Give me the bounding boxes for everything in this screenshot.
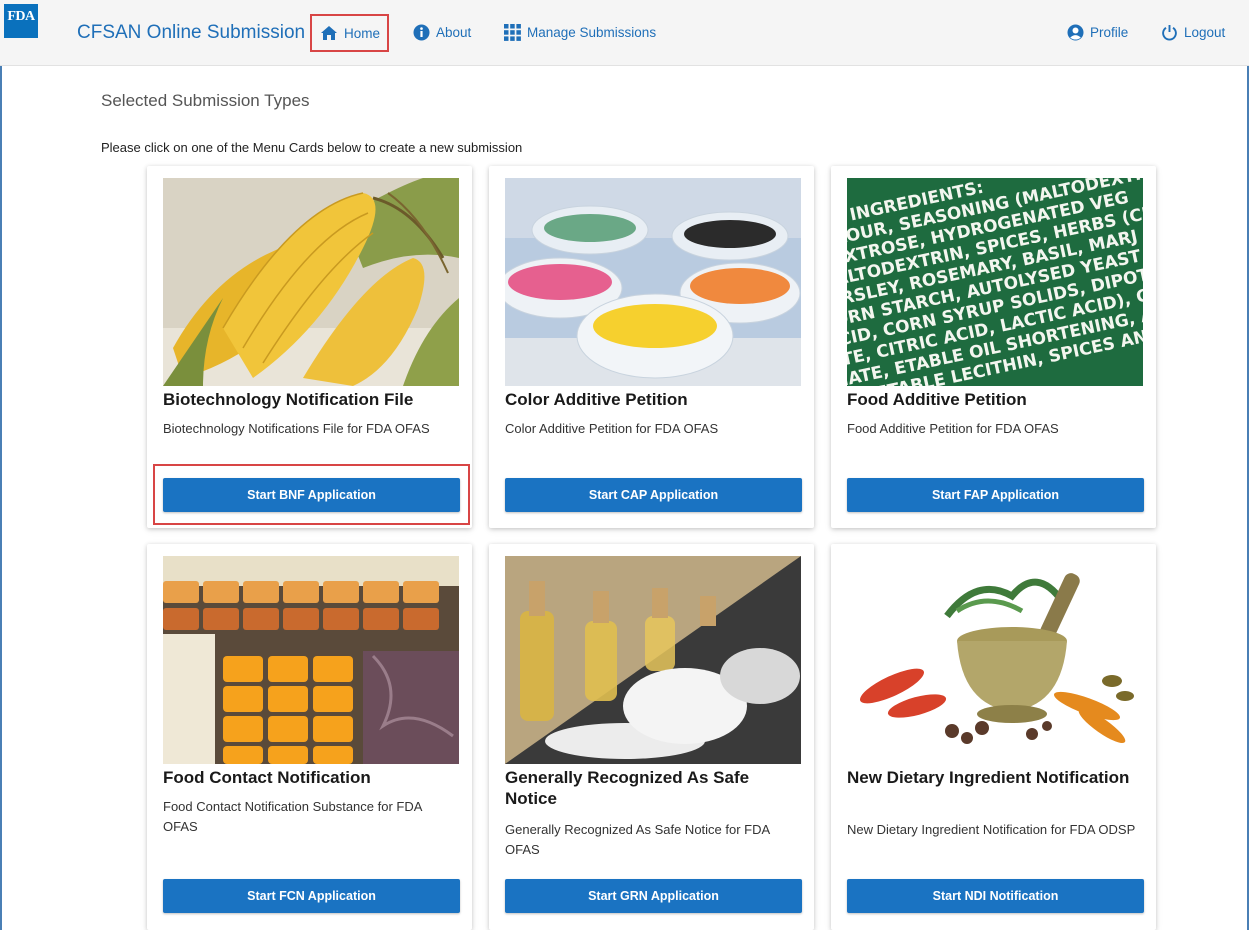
nav-profile[interactable]: Profile [1067,24,1128,41]
nav-manage-submissions[interactable]: Manage Submissions [504,24,656,41]
card-food-additive: INGREDIENTS: FLOUR, SEASONING (MALTODEXT… [831,166,1156,528]
card-title: Food Contact Notification [163,768,371,787]
nav-home-label: Home [344,25,381,41]
card-title: Food Additive Petition [847,390,1027,409]
power-icon [1162,25,1177,41]
grid-icon [504,24,521,41]
nav-profile-label: Profile [1090,25,1129,40]
fda-logo[interactable]: FDA [4,4,38,38]
card-title: Color Additive Petition [505,390,688,409]
page-heading: Selected Submission Types [101,91,310,110]
colored-powder-image [505,178,801,386]
user-circle-icon [1067,24,1084,41]
card-title: Biotechnology Notification File [163,390,414,409]
card-title: New Dietary Ingredient Notification [847,768,1130,787]
card-description: Food Contact Notification Substance for … [163,799,422,834]
home-icon [321,26,337,40]
card-food-contact: Food Contact Notification Food Contact N… [147,544,472,930]
start-ndi-button[interactable]: Start NDI Notification [847,879,1144,913]
card-color-additive: Color Additive Petition Color Additive P… [489,166,814,528]
card-description: Color Additive Petition for FDA OFAS [505,421,719,436]
card-description: Generally Recognized As Safe Notice for … [505,822,770,857]
nav-logout[interactable]: Logout [1161,24,1225,41]
card-description: Food Additive Petition for FDA OFAS [847,421,1059,436]
oil-bottles-image [505,556,801,764]
nav-logout-label: Logout [1184,25,1226,40]
card-new-dietary-ingredient: New Dietary Ingredient Notification New … [831,544,1156,930]
ingredient-label-image: INGREDIENTS: FLOUR, SEASONING (MALTODEXT… [847,178,1143,386]
start-cap-button[interactable]: Start CAP Application [505,478,802,512]
mortar-herbs-image [847,556,1143,764]
corn-image [163,178,459,386]
top-navbar: FDA CFSAN Online Submission Home About M… [0,0,1249,66]
card-description: Biotechnology Notifications File for FDA… [163,421,430,436]
nav-about-label: About [436,25,472,40]
nav-home[interactable]: Home [310,14,389,52]
info-icon [413,24,430,41]
cheese-image [163,556,459,764]
nav-manage-label: Manage Submissions [527,25,657,40]
nav-about[interactable]: About [413,24,471,41]
card-biotechnology-notification: Biotechnology Notification File Biotechn… [147,166,472,528]
start-bnf-button[interactable]: Start BNF Application [163,478,460,512]
card-gras-notice: Generally Recognized As Safe Notice Gene… [489,544,814,930]
app-title[interactable]: CFSAN Online Submission [77,22,305,44]
card-title: Generally Recognized As Safe Notice [505,768,750,808]
instructions-text: Please click on one of the Menu Cards be… [101,140,523,155]
card-description: New Dietary Ingredient Notification for … [847,822,1136,837]
start-fap-button[interactable]: Start FAP Application [847,478,1144,512]
start-fcn-button[interactable]: Start FCN Application [163,879,460,913]
start-grn-button[interactable]: Start GRN Application [505,879,802,913]
